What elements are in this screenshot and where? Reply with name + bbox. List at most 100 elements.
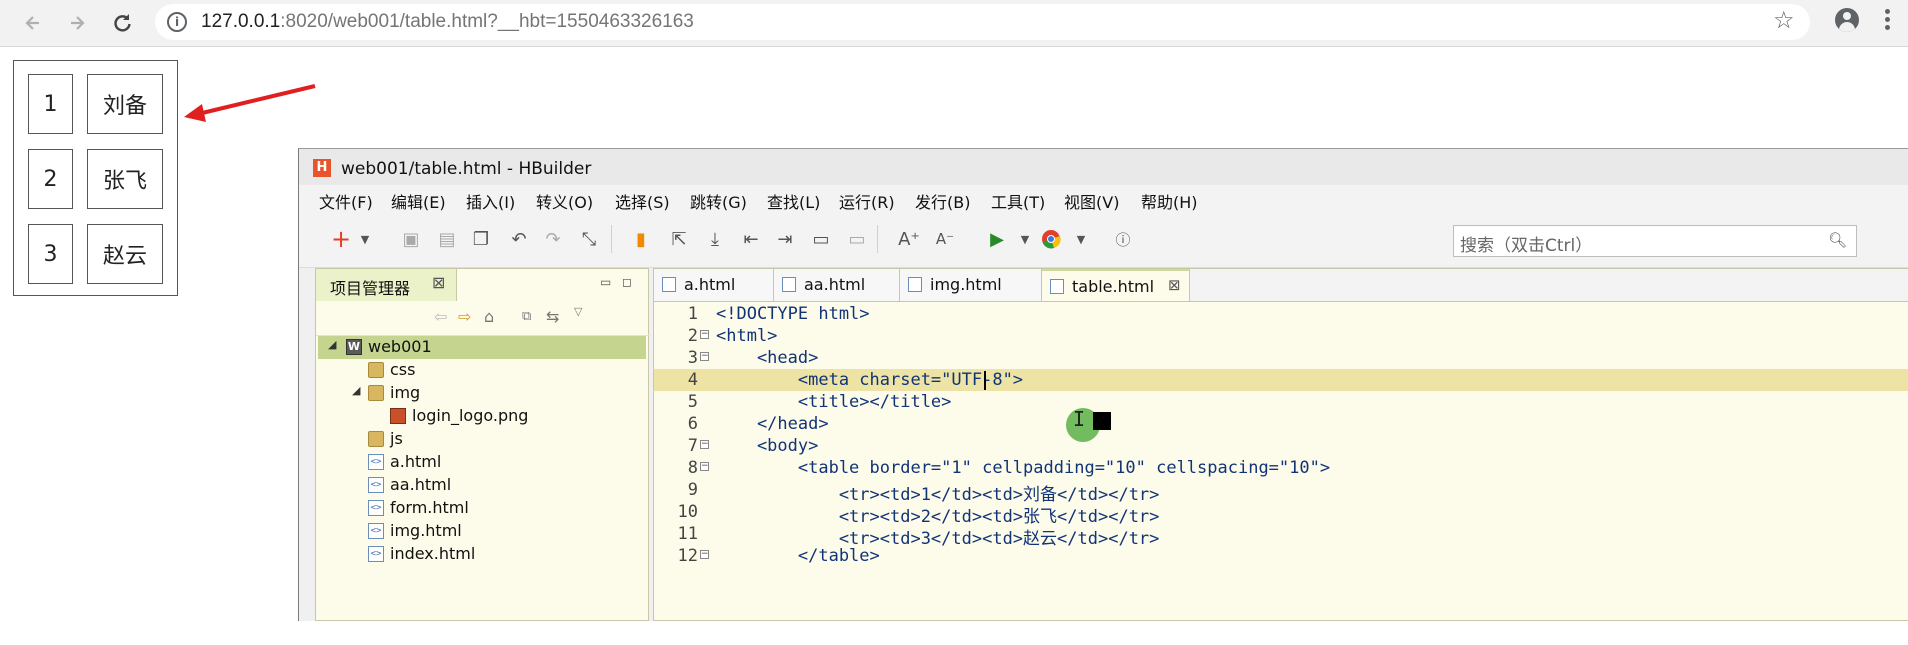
code-line[interactable]: 12 − </table> <box>654 545 1908 567</box>
folder-icon <box>368 385 384 401</box>
new-icon[interactable]: + <box>329 225 353 253</box>
menu-select[interactable]: 选择(S) <box>615 189 670 213</box>
font-smaller-icon[interactable]: A⁻ <box>933 227 957 251</box>
window-titlebar: H web001/table.html - HBuilder <box>299 149 1908 185</box>
menu-file[interactable]: 文件(F) <box>319 189 373 213</box>
tab-aa-html[interactable]: aa.html <box>774 269 900 301</box>
html-file-icon: <> <box>368 477 384 493</box>
collapse-all-icon[interactable]: ⧉ <box>522 309 531 324</box>
profile-icon[interactable] <box>1835 8 1859 32</box>
run-icon[interactable]: ▶ <box>985 227 1009 251</box>
home-icon[interactable]: ⌂ <box>484 307 494 326</box>
fold-toggle-icon[interactable]: − <box>700 352 709 361</box>
code-line[interactable]: 9 <tr><td>1</td><td>刘备</td></tr> <box>654 479 1908 505</box>
fold-toggle-icon[interactable]: − <box>700 462 709 471</box>
tree-item-form-html[interactable]: <> form.html <box>318 497 646 520</box>
close-icon[interactable]: ⊠ <box>432 273 445 292</box>
back-arrow-icon[interactable] <box>18 8 48 38</box>
tree-item-aa-html[interactable]: <> aa.html <box>318 474 646 497</box>
info-box-icon[interactable]: ⓘ <box>1111 227 1135 251</box>
table-cell-num: 1 <box>28 74 73 134</box>
menu-publish[interactable]: 发行(B) <box>915 189 970 213</box>
goto-icon[interactable]: ⇱ <box>667 227 691 251</box>
uncomment-icon[interactable]: ▭ <box>845 227 869 251</box>
tab-table-html[interactable]: table.html ⊠ <box>1042 269 1190 301</box>
code-line[interactable]: 11 <tr><td>3</td><td>赵云</td></tr> <box>654 523 1908 549</box>
search-input[interactable]: 搜索（双击Ctrl） 🔍︎ <box>1453 225 1857 257</box>
html-file-icon: <> <box>368 500 384 516</box>
menu-view[interactable]: 视图(V) <box>1064 189 1119 213</box>
code-line[interactable]: 5 <title></title> <box>654 391 1908 413</box>
jump-right-icon[interactable]: ⇥ <box>773 227 797 251</box>
code-line-current[interactable]: 4 <meta charset="UTF-8"> <box>654 369 1908 391</box>
forward-arrow-icon[interactable] <box>62 8 92 38</box>
tab-a-html[interactable]: a.html <box>654 269 774 301</box>
undo-icon[interactable]: ↶ <box>507 227 531 251</box>
redo-icon[interactable]: ↷ <box>541 227 565 251</box>
bookmark-star-icon[interactable]: ☆ <box>1773 6 1795 34</box>
tree-item-js[interactable]: js <box>318 428 646 451</box>
reload-icon[interactable] <box>107 8 137 38</box>
menu-edit[interactable]: 编辑(E) <box>391 189 446 213</box>
fold-toggle-icon[interactable]: − <box>700 330 709 339</box>
table-cell-name: 刘备 <box>87 74 163 134</box>
html-file-icon: <> <box>368 454 384 470</box>
menu-escape[interactable]: 转义(O) <box>536 189 593 213</box>
code-editor[interactable]: a.html aa.html img.html table.html ⊠ 1 <… <box>653 268 1908 621</box>
forward-icon[interactable]: ⇨ <box>458 307 471 326</box>
code-line[interactable]: 7 − <body> <box>654 435 1908 457</box>
bookmark-icon[interactable]: ▮ <box>629 227 653 251</box>
tree-item-css[interactable]: css <box>318 359 646 382</box>
dropdown-arrow-icon[interactable]: ▼ <box>1013 227 1037 251</box>
menu-goto[interactable]: 跳转(G) <box>690 189 747 213</box>
fold-toggle-icon[interactable]: − <box>700 440 709 449</box>
code-line[interactable]: 2 − <html> <box>654 325 1908 347</box>
tree-item-web001[interactable]: ◢ W web001 <box>318 336 646 359</box>
chrome-icon[interactable] <box>1039 227 1063 251</box>
code-line[interactable]: 3 − <head> <box>654 347 1908 369</box>
save-all-icon[interactable]: ▤ <box>435 227 459 251</box>
format-icon[interactable]: ⤡ <box>577 227 601 251</box>
search-icon[interactable]: 🔍︎ <box>1828 231 1847 249</box>
menu-find[interactable]: 查找(L) <box>767 189 820 213</box>
hbuilder-window: H web001/table.html - HBuilder 文件(F) 编辑(… <box>298 148 1908 621</box>
url-text[interactable]: 127.0.0.1:8020/web001/table.html?__hbt=1… <box>201 11 694 33</box>
code-line[interactable]: 10 <tr><td>2</td><td>张飞</td></tr> <box>654 501 1908 527</box>
table-cell-num: 2 <box>28 149 73 209</box>
tree-item-index-html[interactable]: <> index.html <box>318 543 646 566</box>
menu-insert[interactable]: 插入(I) <box>466 189 515 213</box>
back-icon[interactable]: ⇦ <box>434 307 447 326</box>
tree-item-img-html[interactable]: <> img.html <box>318 520 646 543</box>
tree-item-login-logo[interactable]: login_logo.png <box>318 405 646 428</box>
save-icon[interactable]: ▣ <box>399 227 423 251</box>
tab-project-explorer[interactable]: 项目管理器 ⊠ <box>316 269 457 301</box>
view-menu-icon[interactable]: ▽ <box>574 305 582 318</box>
fold-toggle-icon[interactable]: − <box>700 550 709 559</box>
dropdown-arrow-icon[interactable]: ▼ <box>353 227 377 251</box>
kebab-menu-icon[interactable] <box>1885 9 1890 33</box>
copy-icon[interactable]: ❐ <box>469 227 493 251</box>
download-icon[interactable]: ⤓ <box>703 227 727 251</box>
tab-img-html[interactable]: img.html <box>900 269 1042 301</box>
code-line[interactable]: 1 <!DOCTYPE html> <box>654 303 1908 325</box>
menu-help[interactable]: 帮助(H) <box>1141 189 1198 213</box>
jump-left-icon[interactable]: ⇤ <box>739 227 763 251</box>
close-icon[interactable]: ⊠ <box>1168 276 1181 294</box>
code-line[interactable]: 8 − <table border="1" cellpadding="10" c… <box>654 457 1908 479</box>
dropdown-arrow-icon[interactable]: ▼ <box>1069 227 1093 251</box>
tree-item-img[interactable]: ◢ img <box>318 382 646 405</box>
minimize-icon[interactable]: ▭ <box>600 275 611 289</box>
window-title: web001/table.html - HBuilder <box>341 159 592 179</box>
text-caret <box>984 371 986 390</box>
font-larger-icon[interactable]: A⁺ <box>897 227 921 251</box>
menu-run[interactable]: 运行(R) <box>839 189 895 213</box>
address-bar[interactable]: i 127.0.0.1:8020/web001/table.html?__hbt… <box>155 4 1810 40</box>
html-file-icon: <> <box>368 523 384 539</box>
info-icon[interactable]: i <box>167 12 187 32</box>
menu-tools[interactable]: 工具(T) <box>991 189 1045 213</box>
maximize-icon[interactable]: ◻ <box>622 275 632 289</box>
tree-item-a-html[interactable]: <> a.html <box>318 451 646 474</box>
comment-icon[interactable]: ▭ <box>809 227 833 251</box>
link-editor-icon[interactable]: ⇆ <box>546 307 559 326</box>
code-line[interactable]: 6 </head> <box>654 413 1908 435</box>
